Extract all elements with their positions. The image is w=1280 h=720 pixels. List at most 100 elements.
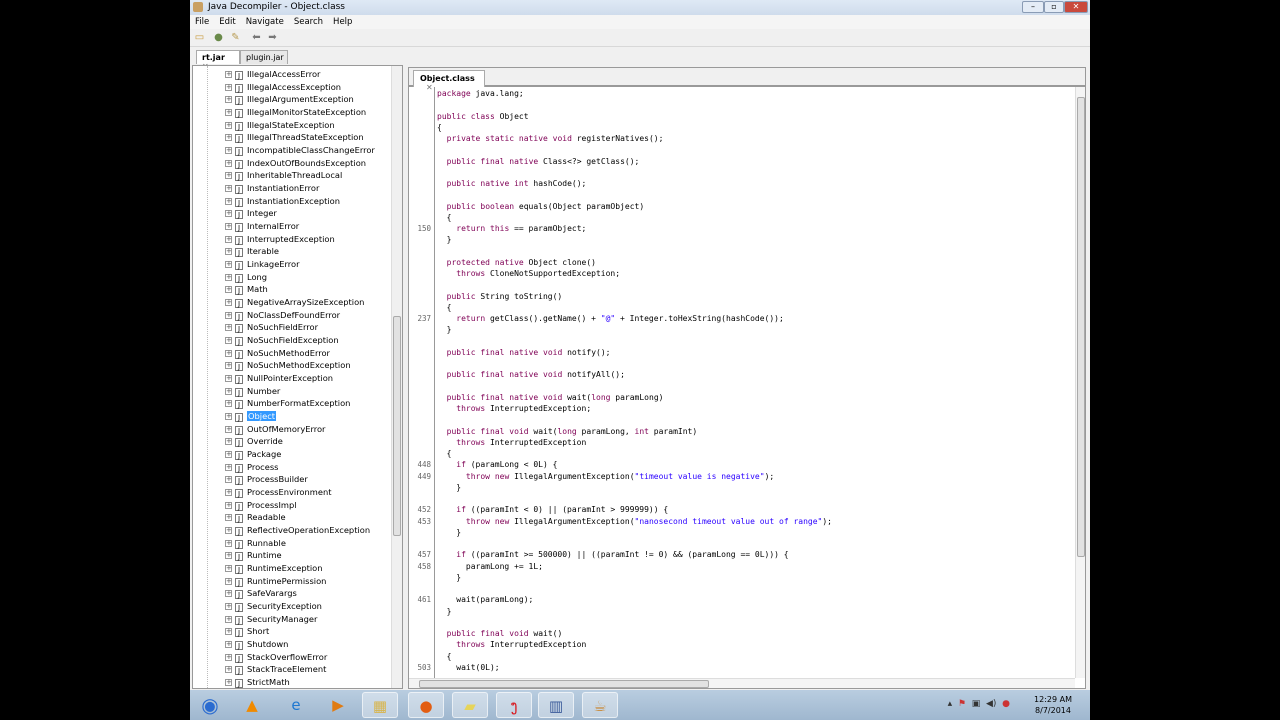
tree-item[interactable]: + J InstantiationException <box>225 195 340 207</box>
tab-plugin-jar[interactable]: plugin.jar <box>240 50 288 64</box>
firefox-icon[interactable]: ● <box>408 692 444 718</box>
expand-icon[interactable]: + <box>225 489 232 497</box>
system-tray[interactable]: ▴ ⚑ ▣ ◀) ● <box>948 699 1010 709</box>
sticky-notes-icon[interactable]: ▰ <box>452 692 488 718</box>
tree-item[interactable]: + J StackOverflowError <box>225 651 327 663</box>
tree-item[interactable]: + J SecurityException <box>225 600 322 613</box>
tree-item[interactable]: + J NoSuchMethodException <box>225 359 351 372</box>
tree-item[interactable]: + J SafeVarargs <box>225 587 297 600</box>
open-file-icon[interactable]: ▭ <box>193 32 206 44</box>
expand-icon[interactable]: + <box>225 109 232 116</box>
expand-icon[interactable]: + <box>225 71 232 78</box>
tree-item[interactable]: + J InheritableThreadLocal <box>225 169 342 182</box>
flag-icon[interactable]: ⚑ <box>958 699 966 709</box>
tree-item[interactable]: + J Object <box>225 410 277 423</box>
recorder-icon[interactable]: ● <box>1002 699 1010 709</box>
tree-item[interactable]: + J NegativeArraySizeException <box>225 296 364 309</box>
menu-navigate[interactable]: Navigate <box>241 15 289 27</box>
menu-help[interactable]: Help <box>328 15 357 27</box>
expand-icon[interactable]: + <box>225 565 232 573</box>
tree-item[interactable]: + J Runnable <box>225 537 286 549</box>
tree-item[interactable]: + J Math <box>225 283 268 296</box>
expand-icon[interactable]: + <box>225 375 232 383</box>
expand-icon[interactable]: + <box>225 527 232 535</box>
expand-icon[interactable]: + <box>225 590 232 598</box>
show-hidden-icon[interactable]: ▴ <box>948 699 953 709</box>
expand-icon[interactable]: + <box>225 679 232 687</box>
expand-icon[interactable]: + <box>225 147 232 155</box>
expand-icon[interactable]: + <box>225 666 232 674</box>
expand-icon[interactable]: + <box>225 172 232 180</box>
tree-item[interactable]: + J InstantiationError <box>225 182 319 195</box>
tree-scrollbar[interactable] <box>391 66 402 688</box>
clock[interactable]: 12:29 AM 8/7/2014 <box>1034 694 1072 716</box>
scroll-thumb[interactable] <box>419 680 709 688</box>
internet-explorer-icon[interactable]: e <box>278 692 314 718</box>
expand-icon[interactable]: + <box>225 210 232 218</box>
maximize-button[interactable]: ▫ <box>1044 1 1064 13</box>
tree-item[interactable]: + J IncompatibleClassChangeError <box>225 144 375 157</box>
expand-icon[interactable]: + <box>225 463 232 471</box>
tree-item[interactable]: + J ProcessBuilder <box>225 473 308 486</box>
expand-icon[interactable]: + <box>225 261 232 269</box>
vertical-scrollbar[interactable] <box>1075 87 1085 678</box>
tree-item[interactable]: + J OutOfMemoryError <box>225 423 325 435</box>
vlc-icon[interactable]: ▲ <box>234 692 270 718</box>
tree-item[interactable]: + J NoClassDefFoundError <box>225 309 340 321</box>
expand-icon[interactable]: + <box>225 653 232 661</box>
tree-item[interactable]: + J IllegalAccessError <box>225 68 320 80</box>
tree-item[interactable]: + J LinkageError <box>225 258 300 271</box>
horizontal-scrollbar[interactable] <box>409 678 1075 688</box>
media-player-icon[interactable]: ▶ <box>320 692 356 718</box>
expand-icon[interactable]: + <box>225 451 232 459</box>
expand-icon[interactable]: + <box>225 311 232 319</box>
scroll-thumb[interactable] <box>1077 97 1085 557</box>
expand-icon[interactable]: + <box>225 425 232 433</box>
airtel-icon[interactable]: ງ <box>496 692 532 718</box>
expand-icon[interactable]: + <box>225 235 232 243</box>
tree-item[interactable]: + J NoSuchFieldException <box>225 334 339 347</box>
back-arrow-icon[interactable]: ⬅ <box>250 32 263 44</box>
tree-item[interactable]: + J NoSuchMethodError <box>225 347 330 359</box>
expand-icon[interactable]: + <box>225 96 232 104</box>
tree-item[interactable]: + J Process <box>225 461 278 473</box>
scroll-thumb[interactable] <box>393 316 401 536</box>
expand-icon[interactable]: + <box>225 223 232 231</box>
expand-icon[interactable]: + <box>225 248 232 256</box>
movie-maker-icon[interactable]: ▥ <box>538 692 574 718</box>
expand-icon[interactable]: + <box>225 628 232 636</box>
tree-item[interactable]: + J NoSuchFieldError <box>225 321 318 334</box>
minimize-button[interactable]: – <box>1022 1 1044 13</box>
network-icon[interactable]: ▣ <box>972 699 981 709</box>
open-type-icon[interactable]: ● <box>212 32 225 44</box>
expand-icon[interactable]: + <box>225 159 232 167</box>
tree-item[interactable]: + J RuntimeException <box>225 562 323 575</box>
expand-icon[interactable]: + <box>225 197 232 205</box>
expand-icon[interactable]: + <box>225 362 232 370</box>
tree-item[interactable]: + J RuntimePermission <box>225 575 326 587</box>
tree-item[interactable]: + J InternalError <box>225 220 299 233</box>
expand-icon[interactable]: + <box>225 349 232 357</box>
expand-icon[interactable]: + <box>225 603 232 611</box>
tree-item[interactable]: + J InterruptedException <box>225 233 335 245</box>
tree-item[interactable]: + J IndexOutOfBoundsException <box>225 157 366 169</box>
expand-icon[interactable]: + <box>225 577 232 585</box>
expand-icon[interactable]: + <box>225 286 232 294</box>
expand-icon[interactable]: + <box>225 83 232 91</box>
tree-item[interactable]: + J NullPointerException <box>225 372 333 385</box>
tree-item[interactable]: + J IllegalArgumentException <box>225 93 354 106</box>
menu-search[interactable]: Search <box>289 15 328 27</box>
tree-item[interactable]: + J Integer <box>225 207 277 220</box>
tree-item[interactable]: + J Short <box>225 625 269 638</box>
explorer-icon[interactable]: ▦ <box>362 692 398 718</box>
tree-item[interactable]: + J StackTraceElement <box>225 663 326 676</box>
tree-item[interactable]: + J Runtime <box>225 549 282 562</box>
tree-item[interactable]: + J Shutdown <box>225 638 288 651</box>
close-button[interactable]: ✕ <box>1064 1 1088 13</box>
search-type-icon[interactable]: ✎ <box>229 32 242 44</box>
tree-item[interactable]: + J IllegalStateException <box>225 119 335 131</box>
expand-icon[interactable]: + <box>225 552 232 560</box>
expand-icon[interactable]: + <box>225 641 232 649</box>
expand-icon[interactable]: + <box>225 539 232 547</box>
tree-item[interactable]: + J StrictMath <box>225 676 290 688</box>
